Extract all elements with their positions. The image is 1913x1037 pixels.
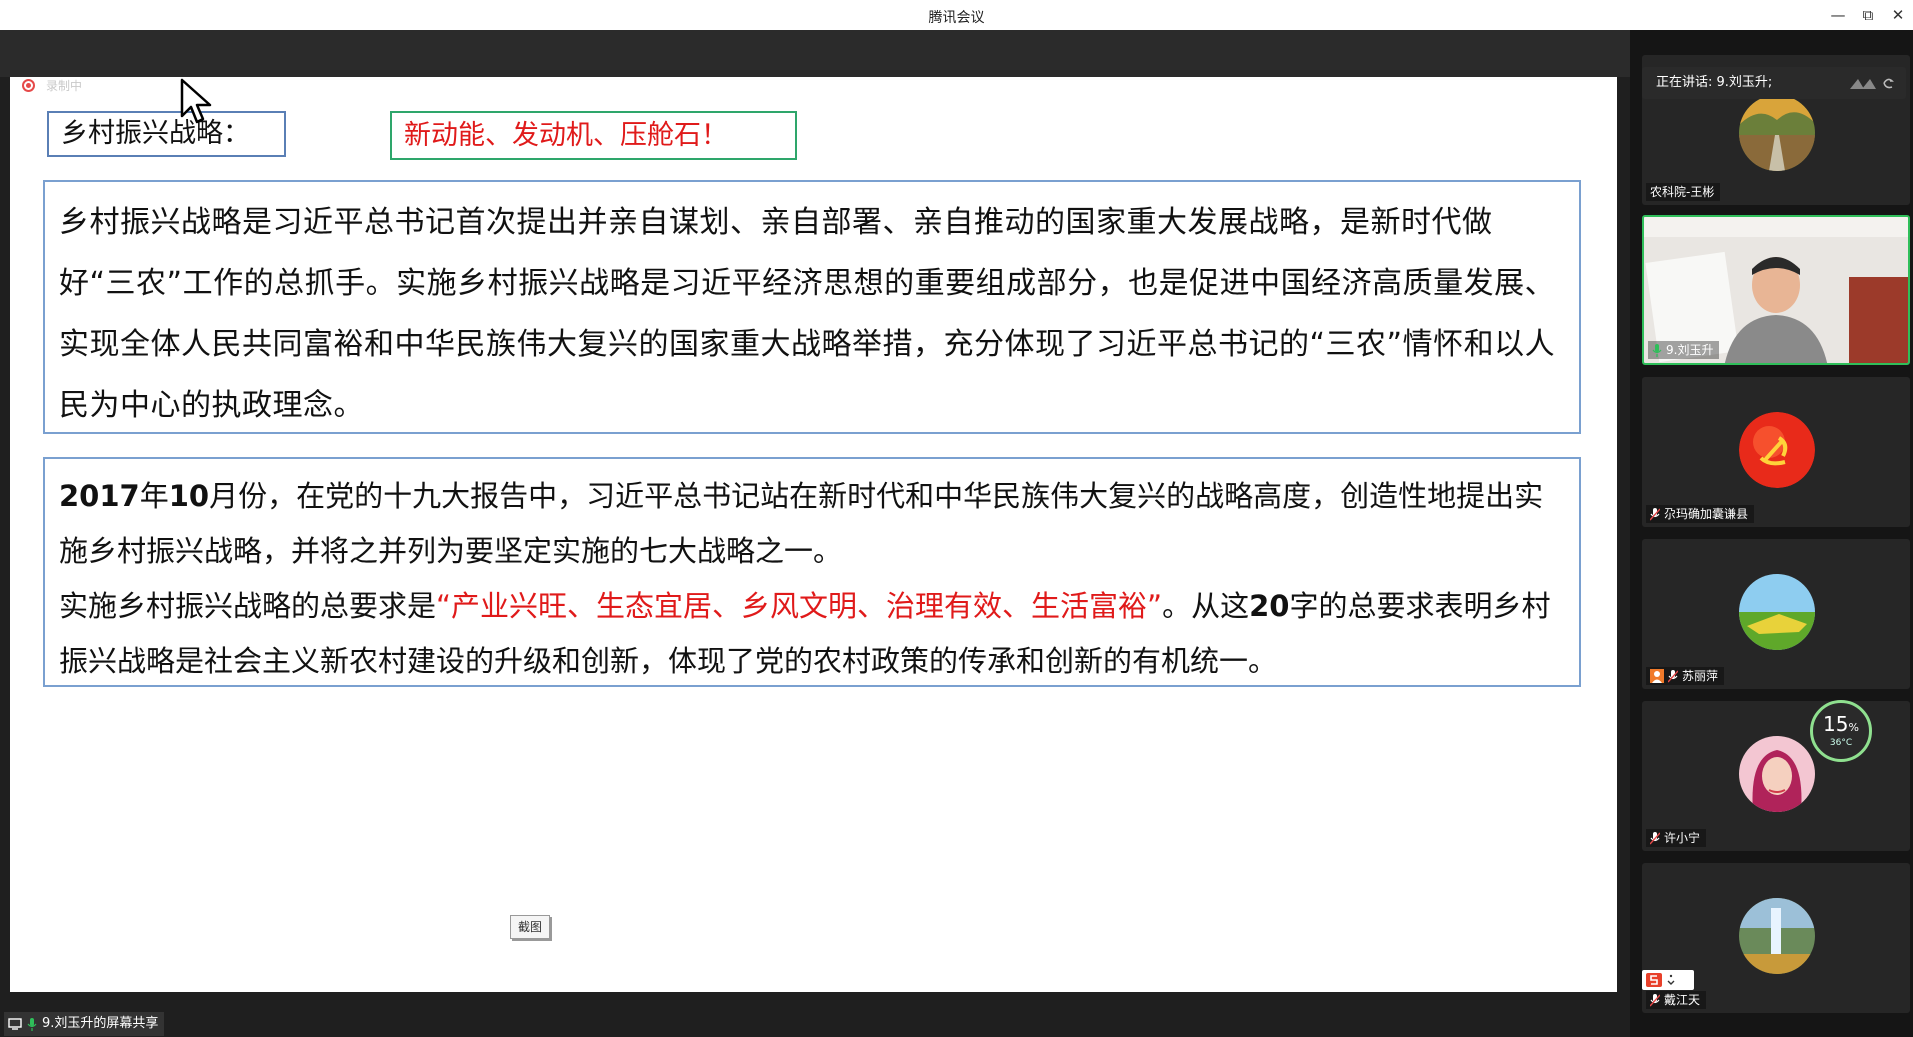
year-number: 2017	[59, 479, 140, 513]
paragraph-2: 2017年10月份，在党的十九大报告中，习近平总书记站在新时代和中华民族伟大复兴…	[59, 469, 1567, 579]
bottom-bar	[0, 992, 1630, 1037]
speaking-label: 正在讲话: 9.刘玉升;	[1656, 75, 1773, 90]
screen-share-icon	[8, 1018, 22, 1030]
mic-muted-icon	[1668, 669, 1678, 682]
participant-name: 戴江天	[1646, 991, 1707, 1009]
requirements-highlight: “产业兴旺、生态宜居、乡风文明、治理有效、生活富裕”	[436, 589, 1163, 623]
screenshot-button[interactable]: 截图	[510, 915, 550, 939]
mic-active-icon	[1652, 343, 1662, 357]
paragraph-1: 乡村振兴战略是习近平总书记首次提出并亲自谋划、亲自部署、亲自推动的国家重大发展战…	[59, 205, 1556, 423]
participant-name: 农科院-王彬	[1646, 183, 1721, 201]
paragraph-box-1: 乡村振兴战略是习近平总书记首次提出并亲自谋划、亲自部署、亲自推动的国家重大发展战…	[43, 180, 1581, 434]
speaker-controls-icon[interactable]	[1848, 75, 1896, 91]
paragraph-3-lead: 实施乡村振兴战略的总要求是	[59, 589, 437, 623]
mic-muted-icon	[1650, 993, 1660, 1006]
month-number: 10	[168, 479, 210, 513]
input-method-icon	[1646, 973, 1662, 987]
mouse-cursor-icon	[180, 78, 212, 124]
more-options-icon	[1667, 974, 1675, 985]
recording-label: 录制中	[46, 79, 83, 93]
performance-gauge[interactable]: 15% 36°C	[1810, 700, 1872, 762]
share-label: 9.刘玉升的屏幕共享	[42, 1016, 159, 1031]
slide-slogan: 新动能、发动机、压舱石！	[390, 111, 797, 160]
mic-muted-icon	[1650, 507, 1660, 520]
avatar	[1739, 898, 1815, 974]
paragraph-3-mid: 。从这	[1162, 589, 1250, 623]
paragraph-2-text: 月份，在党的十九大报告中，习近平总书记站在新时代和中华民族伟大复兴的战略高度，创…	[59, 479, 1544, 568]
share-top-band	[0, 30, 1630, 77]
slide-heading: 乡村振兴战略：	[47, 111, 286, 157]
restore-button[interactable]: ⧉	[1853, 3, 1883, 27]
participant-tile-3[interactable]: 尕玛确加囊谦县	[1642, 377, 1910, 527]
avatar	[1739, 574, 1815, 650]
avatar	[1739, 95, 1815, 171]
title-bar: 腾讯会议 — ⧉ ✕	[0, 0, 1913, 30]
avatar	[1739, 412, 1815, 488]
participant-name: 许小宁	[1646, 829, 1707, 847]
gauge-unit: %	[1848, 721, 1859, 734]
mic-muted-icon	[1650, 831, 1660, 844]
participant-name: 尕玛确加囊谦县	[1646, 505, 1755, 523]
gauge-percent: 15	[1823, 712, 1849, 736]
participant-tile-2[interactable]: 9.刘玉升	[1642, 215, 1910, 365]
avatar	[1739, 736, 1815, 812]
participant-tile-4[interactable]: 苏丽萍	[1642, 539, 1910, 689]
participant-name: 苏丽萍	[1646, 667, 1725, 685]
minimize-button[interactable]: —	[1823, 3, 1853, 27]
mic-active-icon	[27, 1017, 37, 1031]
close-button[interactable]: ✕	[1883, 3, 1913, 27]
year-label: 年	[139, 479, 169, 513]
window-title: 腾讯会议	[928, 10, 985, 26]
user-badge-icon	[1650, 669, 1664, 683]
record-icon	[22, 79, 35, 92]
gauge-temperature: 36°C	[1829, 738, 1853, 748]
screen-share-tag[interactable]: 9.刘玉升的屏幕共享	[4, 1012, 165, 1036]
input-method-chip[interactable]	[1642, 970, 1694, 990]
participant-name: 9.刘玉升	[1648, 341, 1720, 359]
paragraph-3: 实施乡村振兴战略的总要求是“产业兴旺、生态宜居、乡风文明、治理有效、生活富裕”。…	[59, 579, 1567, 689]
shared-screen: 录制中 乡村振兴战略： 新动能、发动机、压舱石！ 乡村振兴战略是习近平总书记首次…	[10, 77, 1617, 992]
paragraph-box-2: 2017年10月份，在党的十九大报告中，习近平总书记站在新时代和中华民族伟大复兴…	[43, 457, 1581, 687]
participant-tile-6[interactable]: 戴江天	[1642, 863, 1910, 1013]
speaking-indicator: 正在讲话: 9.刘玉升;	[1642, 67, 1906, 99]
char-count: 20	[1249, 589, 1290, 623]
